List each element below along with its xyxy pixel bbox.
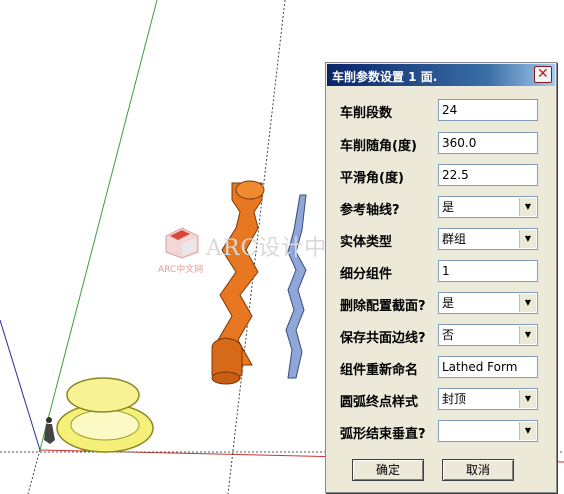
reference-axis-select[interactable]: 是 ▼ — [438, 196, 538, 218]
dropdown-arrow-icon[interactable]: ▼ — [519, 294, 536, 312]
dialog-title: 车削参数设置 1 面. — [332, 70, 438, 84]
delete-profile-value: 是 — [442, 296, 455, 310]
keep-coplanar-select[interactable]: 否 ▼ — [438, 324, 538, 346]
dropdown-arrow-icon[interactable]: ▼ — [519, 198, 536, 216]
rename-component-label: 组件重新命名 — [340, 363, 419, 378]
blue-axis — [0, 319, 41, 451]
entity-type-label: 实体类型 — [340, 235, 393, 250]
lathed-disc[interactable] — [56, 377, 154, 453]
cancel-button[interactable]: 取消 — [442, 459, 514, 481]
arc-end-style-value: 封顶 — [442, 392, 467, 406]
arc-logo-icon — [165, 227, 199, 259]
close-button[interactable]: ✕ — [534, 66, 552, 83]
keep-coplanar-value: 否 — [442, 328, 455, 342]
dropdown-arrow-icon[interactable]: ▼ — [519, 422, 536, 440]
lathe-parameters-dialog: 车削参数设置 1 面. ✕ 车削段数 24 车削随角(度) 360.0 平滑角(… — [325, 62, 557, 493]
arc-end-perpendicular-select[interactable]: ▼ — [438, 420, 538, 442]
smooth-angle-label: 平滑角(度) — [340, 171, 404, 186]
close-icon: ✕ — [537, 66, 549, 82]
ok-button[interactable]: 确定 — [352, 459, 424, 481]
angle-input[interactable]: 360.0 — [438, 132, 538, 154]
angle-label: 车削随角(度) — [340, 139, 417, 154]
entity-type-value: 群组 — [442, 232, 467, 246]
reference-axis-label: 参考轴线? — [340, 203, 400, 218]
dropdown-arrow-icon[interactable]: ▼ — [519, 390, 536, 408]
arc-end-perpendicular-label: 弧形结束垂直? — [340, 427, 426, 442]
delete-profile-select[interactable]: 是 ▼ — [438, 292, 538, 314]
person-icon — [44, 417, 55, 444]
entity-type-select[interactable]: 群组 ▼ — [438, 228, 538, 250]
watermark-subtext: ARC中文网 — [158, 265, 204, 275]
subdivide-label: 细分组件 — [340, 267, 393, 282]
subdivide-input[interactable]: 1 — [438, 260, 538, 282]
smooth-angle-input[interactable]: 22.5 — [438, 164, 538, 186]
reference-axis-value: 是 — [442, 200, 455, 214]
rename-component-input[interactable]: Lathed Form — [438, 356, 538, 378]
inference-line — [27, 449, 41, 494]
keep-coplanar-label: 保存共面边线? — [340, 331, 426, 346]
segments-label: 车削段数 — [340, 106, 393, 121]
dropdown-arrow-icon[interactable]: ▼ — [519, 326, 536, 344]
delete-profile-label: 删除配置截面? — [340, 299, 426, 314]
profile-curve[interactable] — [285, 194, 307, 379]
dropdown-arrow-icon[interactable]: ▼ — [519, 230, 536, 248]
dialog-titlebar[interactable]: 车削参数设置 1 面. ✕ — [327, 64, 555, 86]
lathed-spindle[interactable] — [211, 180, 265, 385]
segments-input[interactable]: 24 — [438, 99, 538, 121]
arc-end-style-select[interactable]: 封顶 ▼ — [438, 388, 538, 410]
arc-end-style-label: 圆弧终点样式 — [340, 395, 419, 410]
